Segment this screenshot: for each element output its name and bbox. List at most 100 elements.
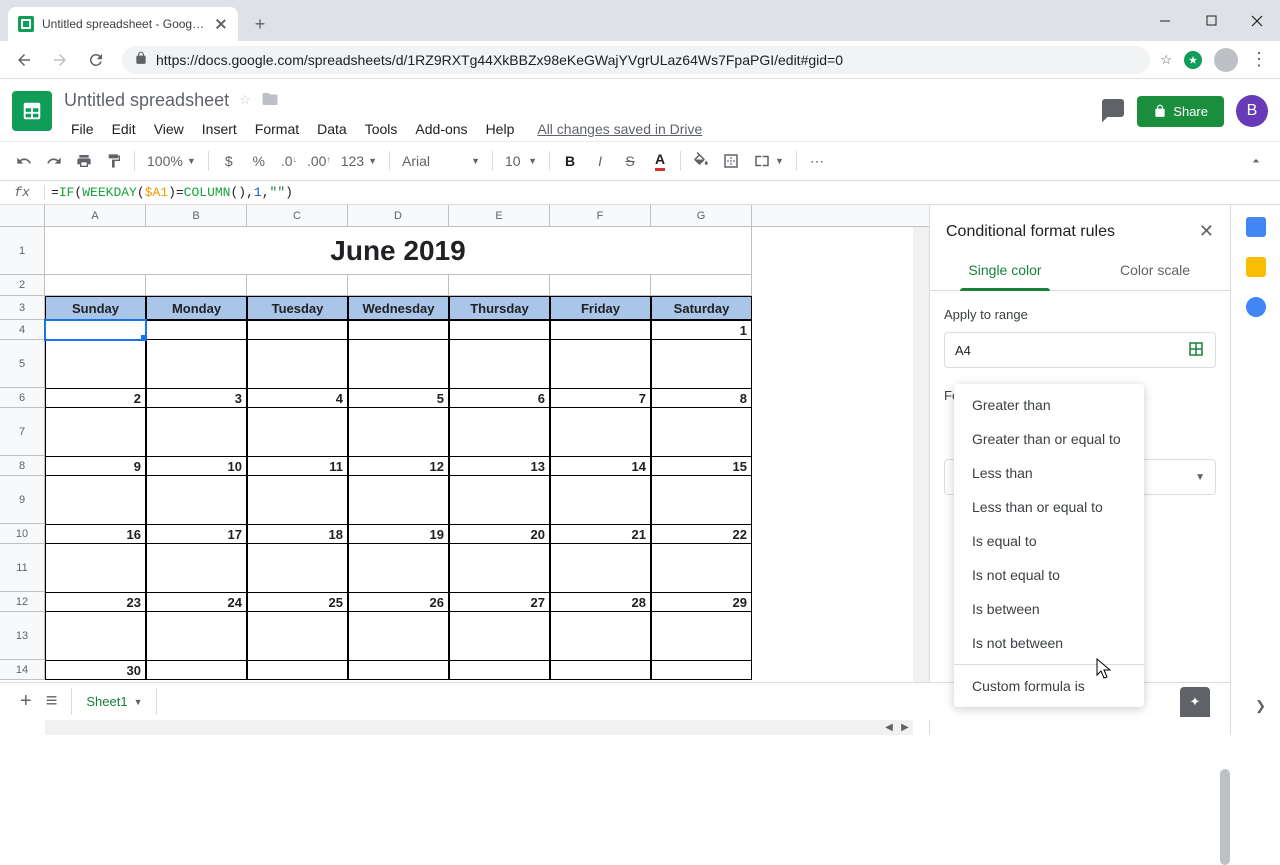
user-avatar[interactable]: B bbox=[1236, 95, 1268, 127]
more-toolbar-button[interactable]: ⋯ bbox=[803, 147, 831, 175]
calendar-date-cell[interactable]: 14 bbox=[550, 456, 651, 476]
row-header[interactable]: 6 bbox=[0, 388, 45, 408]
day-header-cell[interactable]: Monday bbox=[146, 296, 247, 320]
collapse-toolbar-button[interactable] bbox=[1242, 147, 1270, 175]
row-header[interactable]: 9 bbox=[0, 476, 45, 524]
menu-data[interactable]: Data bbox=[310, 117, 354, 141]
font-size-select[interactable]: 10 ▼ bbox=[499, 153, 543, 169]
row-header[interactable]: 1 bbox=[0, 227, 45, 275]
day-header-cell[interactable]: Tuesday bbox=[247, 296, 348, 320]
fill-color-button[interactable] bbox=[687, 147, 715, 175]
calendar-date-cell[interactable]: 10 bbox=[146, 456, 247, 476]
calendar-body-cell[interactable] bbox=[449, 476, 550, 524]
url-input[interactable]: https://docs.google.com/spreadsheets/d/1… bbox=[122, 46, 1150, 74]
cell[interactable] bbox=[247, 275, 348, 296]
calendar-addon-icon[interactable] bbox=[1246, 217, 1266, 237]
percent-button[interactable]: % bbox=[245, 147, 273, 175]
cell[interactable] bbox=[449, 275, 550, 296]
menu-file[interactable]: File bbox=[64, 117, 101, 141]
currency-button[interactable]: $ bbox=[215, 147, 243, 175]
calendar-date-cell[interactable]: 27 bbox=[449, 592, 550, 612]
calendar-body-cell[interactable] bbox=[651, 476, 752, 524]
browser-menu-icon[interactable]: ⋮ bbox=[1250, 49, 1268, 70]
calendar-body-cell[interactable] bbox=[348, 544, 449, 592]
calendar-body-cell[interactable] bbox=[146, 544, 247, 592]
undo-button[interactable] bbox=[10, 147, 38, 175]
cell[interactable] bbox=[146, 275, 247, 296]
increase-decimal-button[interactable]: .00↑ bbox=[305, 147, 333, 175]
row-header[interactable]: 13 bbox=[0, 612, 45, 660]
row-header[interactable]: 4 bbox=[0, 320, 45, 340]
horizontal-scrollbar[interactable]: ◀▶ bbox=[45, 719, 913, 735]
menu-tools[interactable]: Tools bbox=[358, 117, 405, 141]
calendar-body-cell[interactable] bbox=[247, 408, 348, 456]
calendar-date-cell[interactable]: 24 bbox=[146, 592, 247, 612]
calendar-body-cell[interactable] bbox=[348, 340, 449, 388]
rule-option[interactable]: Greater than or equal to bbox=[954, 422, 1144, 456]
calendar-body-cell[interactable] bbox=[146, 408, 247, 456]
day-header-cell[interactable]: Wednesday bbox=[348, 296, 449, 320]
vertical-scrollbar[interactable]: ▲ ▼ bbox=[913, 227, 929, 717]
more-formats-select[interactable]: 123 ▼ bbox=[335, 153, 383, 169]
row-header[interactable]: 2 bbox=[0, 275, 45, 296]
merge-button[interactable]: ▼ bbox=[747, 152, 790, 170]
col-header[interactable]: D bbox=[348, 205, 449, 226]
calendar-date-cell[interactable] bbox=[550, 660, 651, 680]
back-button[interactable] bbox=[8, 44, 40, 76]
calendar-body-cell[interactable] bbox=[146, 340, 247, 388]
calendar-body-cell[interactable] bbox=[550, 340, 651, 388]
calendar-body-cell[interactable] bbox=[146, 612, 247, 660]
strikethrough-button[interactable]: S bbox=[616, 147, 644, 175]
calendar-date-cell[interactable]: 13 bbox=[449, 456, 550, 476]
row-header[interactable]: 8 bbox=[0, 456, 45, 476]
col-header[interactable]: F bbox=[550, 205, 651, 226]
cell[interactable] bbox=[348, 275, 449, 296]
row-header[interactable]: 14 bbox=[0, 660, 45, 680]
calendar-date-cell[interactable]: 29 bbox=[651, 592, 752, 612]
col-header[interactable]: B bbox=[146, 205, 247, 226]
maximize-button[interactable] bbox=[1188, 0, 1234, 41]
sheet-tab[interactable]: Sheet1 ▼ bbox=[71, 688, 157, 715]
row-header[interactable]: 5 bbox=[0, 340, 45, 388]
calendar-body-cell[interactable] bbox=[348, 476, 449, 524]
calendar-body-cell[interactable] bbox=[550, 476, 651, 524]
calendar-date-cell[interactable]: 4 bbox=[247, 388, 348, 408]
calendar-body-cell[interactable] bbox=[247, 476, 348, 524]
italic-button[interactable]: I bbox=[586, 147, 614, 175]
range-input[interactable]: A4 bbox=[944, 332, 1216, 368]
star-icon[interactable]: ☆ bbox=[239, 92, 251, 108]
tab-single-color[interactable]: Single color bbox=[930, 250, 1080, 290]
col-header[interactable]: A bbox=[45, 205, 146, 226]
move-folder-icon[interactable] bbox=[261, 90, 279, 111]
menu-view[interactable]: View bbox=[147, 117, 191, 141]
rule-option[interactable]: Is not between bbox=[954, 626, 1144, 660]
expand-rail-button[interactable]: ❯ bbox=[1255, 698, 1266, 714]
extension-icon[interactable] bbox=[1184, 51, 1202, 69]
calendar-date-cell[interactable]: 28 bbox=[550, 592, 651, 612]
rule-option[interactable]: Is equal to bbox=[954, 524, 1144, 558]
profile-avatar-icon[interactable] bbox=[1214, 48, 1238, 72]
calendar-date-cell[interactable]: 22 bbox=[651, 524, 752, 544]
calendar-body-cell[interactable] bbox=[247, 612, 348, 660]
calendar-date-cell[interactable]: 11 bbox=[247, 456, 348, 476]
rule-option[interactable]: Is between bbox=[954, 592, 1144, 626]
menu-insert[interactable]: Insert bbox=[195, 117, 244, 141]
select-range-icon[interactable] bbox=[1187, 340, 1205, 361]
calendar-date-cell[interactable]: 18 bbox=[247, 524, 348, 544]
doc-title[interactable]: Untitled spreadsheet bbox=[64, 90, 229, 111]
calendar-body-cell[interactable] bbox=[45, 408, 146, 456]
calendar-date-cell[interactable] bbox=[247, 320, 348, 340]
calendar-date-cell[interactable] bbox=[449, 660, 550, 680]
rule-option[interactable]: Less than or equal to bbox=[954, 490, 1144, 524]
menu-edit[interactable]: Edit bbox=[105, 117, 143, 141]
formula-input[interactable]: =IF(WEEKDAY($A1)=COLUMN(),1,"") bbox=[45, 185, 299, 200]
row-header[interactable]: 10 bbox=[0, 524, 45, 544]
redo-button[interactable] bbox=[40, 147, 68, 175]
calendar-date-cell[interactable]: 19 bbox=[348, 524, 449, 544]
calendar-body-cell[interactable] bbox=[45, 544, 146, 592]
cell[interactable] bbox=[550, 275, 651, 296]
calendar-date-cell[interactable]: 30 bbox=[45, 660, 146, 680]
row-header[interactable]: 7 bbox=[0, 408, 45, 456]
bold-button[interactable]: B bbox=[556, 147, 584, 175]
calendar-date-cell[interactable]: 20 bbox=[449, 524, 550, 544]
